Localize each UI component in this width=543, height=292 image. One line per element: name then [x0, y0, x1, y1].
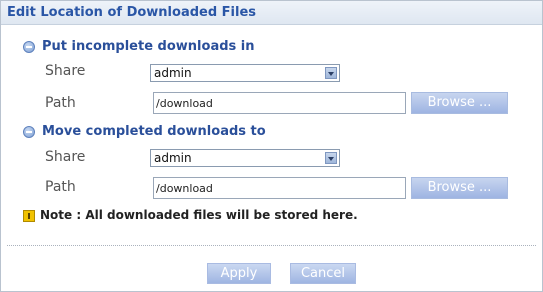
collapse-icon[interactable] [23, 126, 35, 138]
info-icon [23, 210, 35, 222]
apply-button[interactable]: Apply [207, 263, 271, 284]
incomplete-share-label: Share [45, 63, 86, 79]
dialog-title-bar: Edit Location of Downloaded Files [1, 1, 542, 25]
collapse-icon[interactable] [23, 41, 35, 53]
section-incomplete-heading: Put incomplete downloads in [42, 39, 255, 54]
incomplete-share-value: admin [154, 66, 192, 80]
chevron-down-icon[interactable] [325, 152, 337, 164]
completed-share-label: Share [45, 149, 86, 165]
section-completed-heading: Move completed downloads to [42, 124, 266, 139]
completed-browse-button[interactable]: Browse ... [411, 177, 508, 199]
incomplete-path-label: Path [45, 95, 76, 111]
dialog-title: Edit Location of Downloaded Files [7, 5, 257, 20]
incomplete-share-select[interactable]: admin [150, 64, 340, 82]
completed-share-value: admin [154, 151, 192, 165]
completed-share-select[interactable]: admin [150, 149, 340, 167]
cancel-button[interactable]: Cancel [290, 263, 356, 284]
chevron-down-icon[interactable] [325, 67, 337, 79]
completed-path-label: Path [45, 179, 76, 195]
footer-divider [7, 245, 536, 246]
completed-path-input[interactable]: /download [153, 177, 406, 199]
storage-note: Note : All downloaded files will be stor… [40, 208, 358, 222]
edit-download-location-dialog: Edit Location of Downloaded Files Put in… [0, 0, 543, 292]
incomplete-path-input[interactable]: /download [153, 92, 406, 114]
incomplete-browse-button[interactable]: Browse ... [411, 92, 508, 114]
